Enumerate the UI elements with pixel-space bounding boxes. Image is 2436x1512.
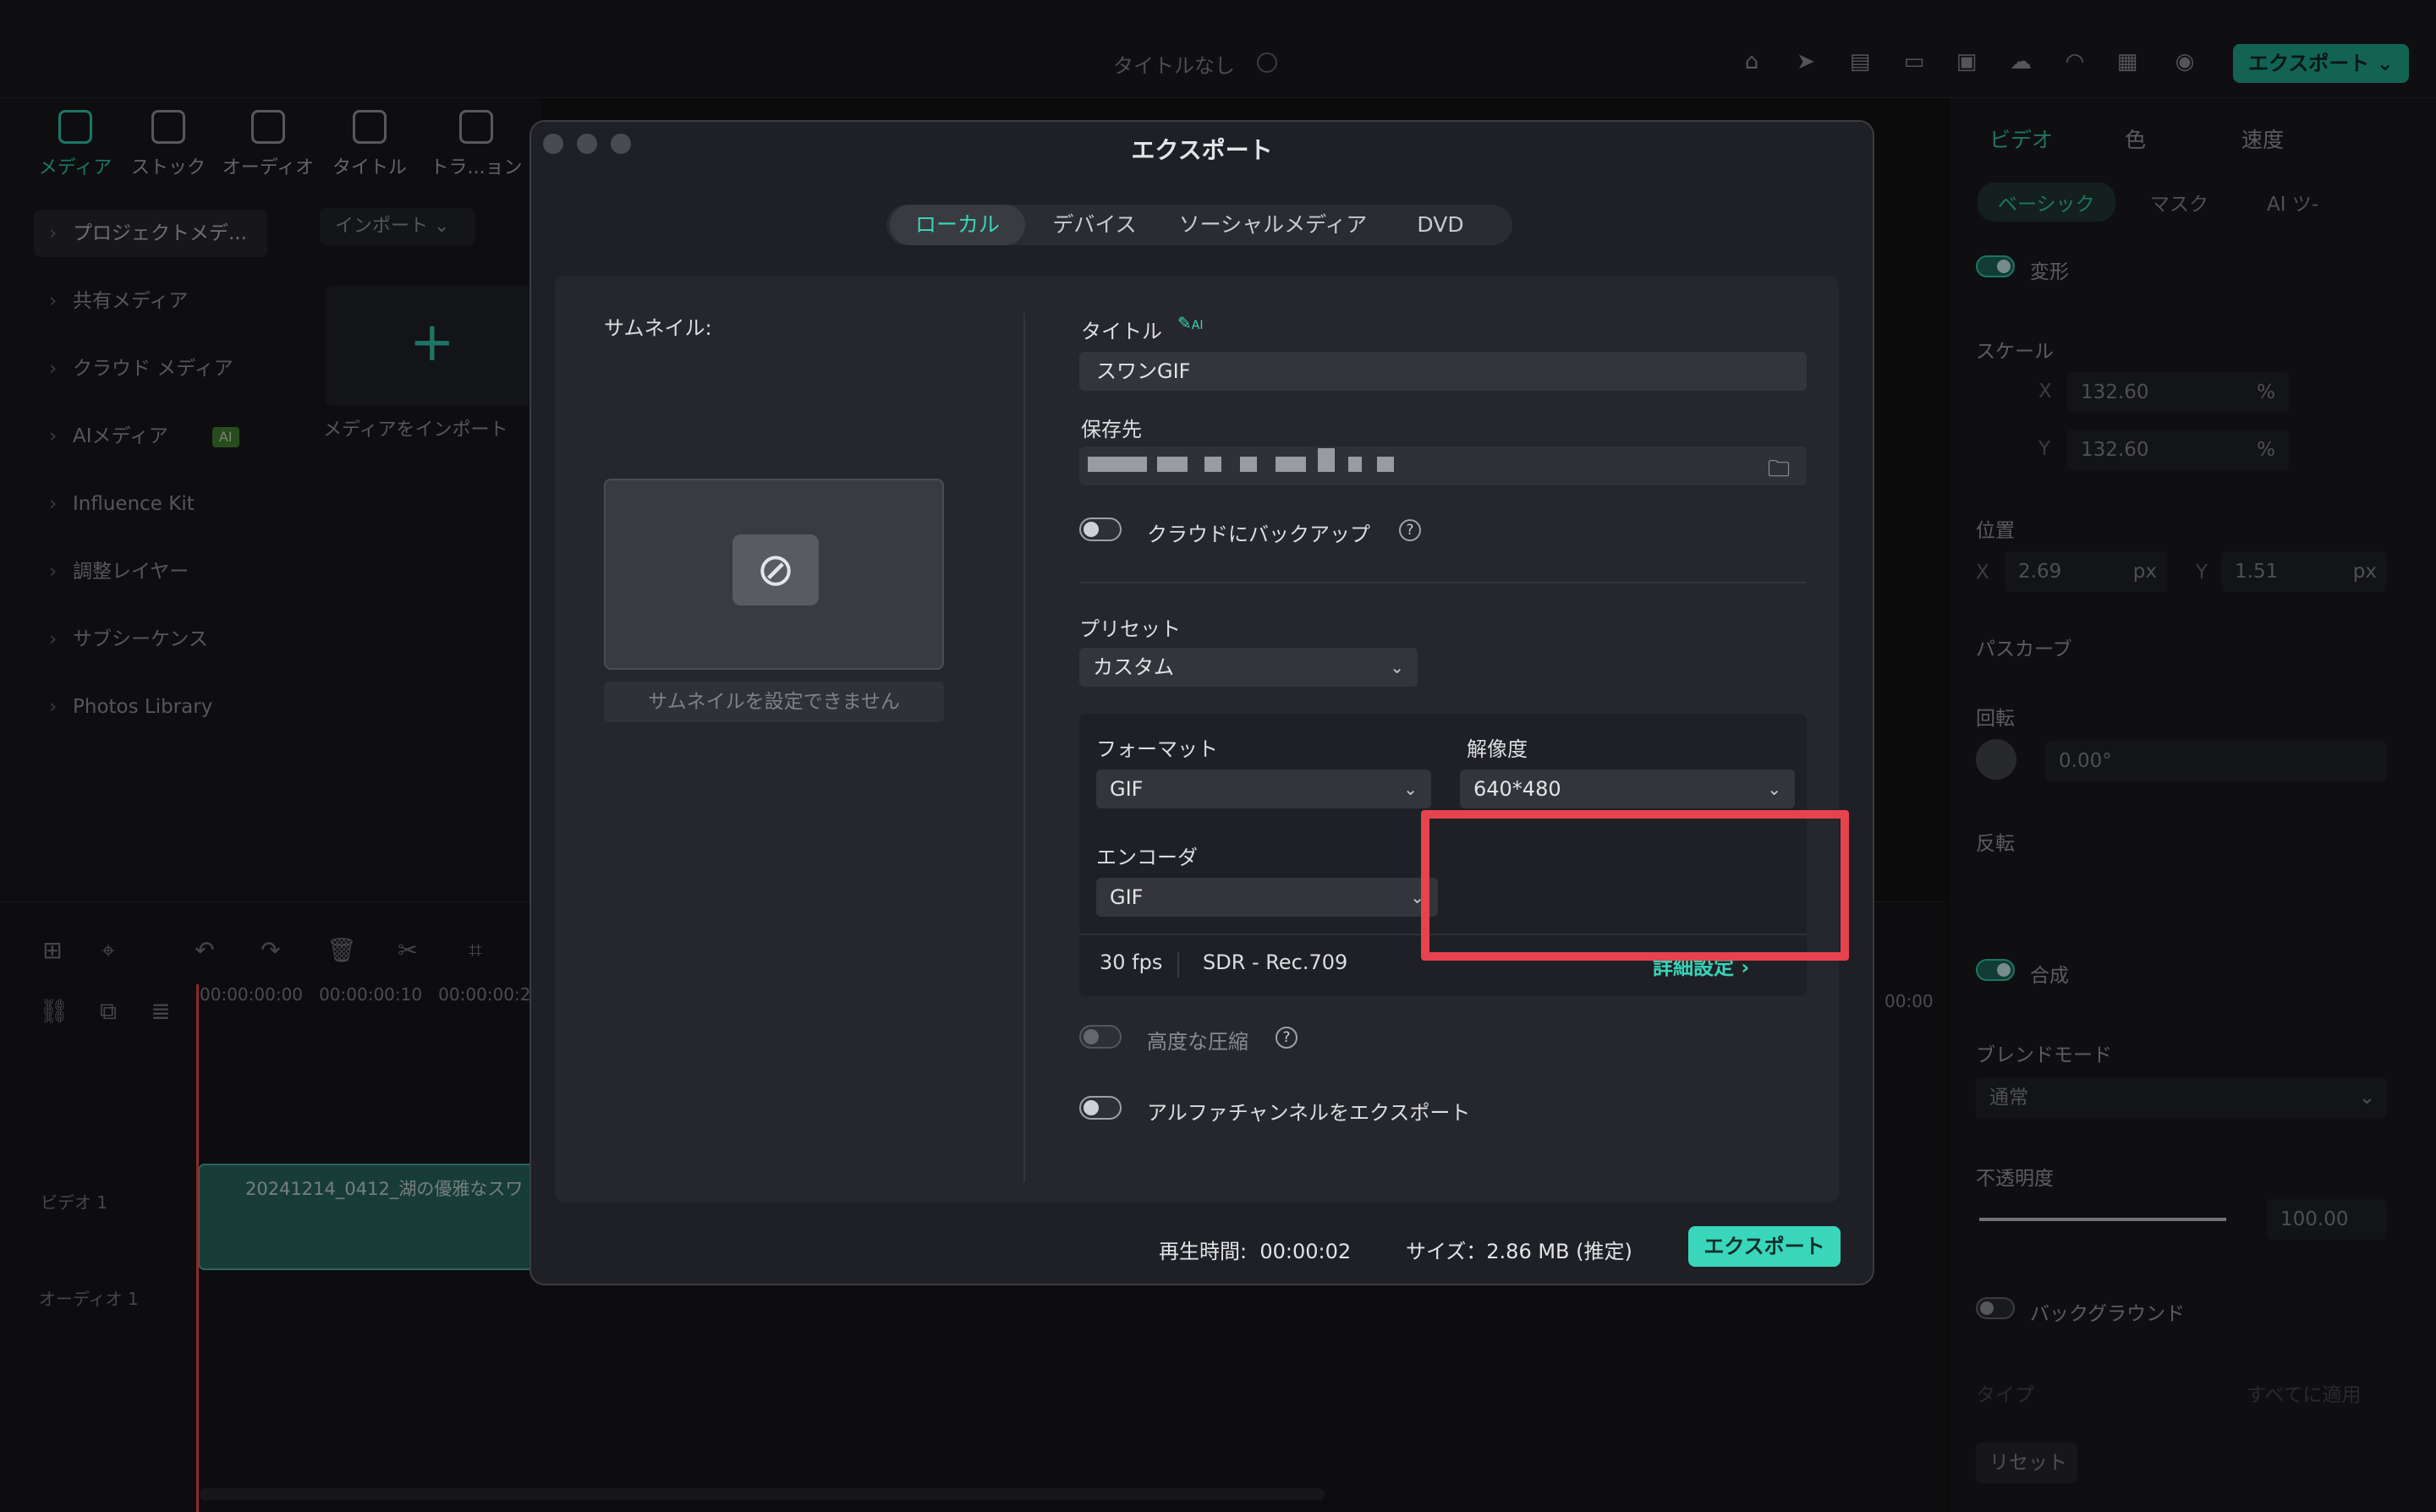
divider — [1177, 952, 1179, 978]
chevron-down-icon: ⌄ — [1403, 779, 1418, 799]
color-space-value: SDR - Rec.709 — [1203, 950, 1348, 974]
chevron-down-icon: ⌄ — [1390, 657, 1404, 677]
high-compression-toggle[interactable] — [1079, 1025, 1122, 1049]
set-thumbnail-button[interactable]: サムネイルを設定できません — [604, 682, 944, 722]
redacted-path — [1088, 457, 1147, 472]
help-icon[interactable]: ? — [1276, 1027, 1298, 1049]
size-info: サイズ：2.86 MB (推定) — [1406, 1240, 1632, 1263]
encoder-select[interactable]: GIF ⌄ — [1096, 878, 1438, 917]
dialog-title: エクスポート — [1131, 136, 1273, 164]
section-divider — [1079, 582, 1807, 583]
thumbnail-label: サムネイル: — [604, 316, 712, 340]
preset-label: プリセット — [1079, 617, 1181, 641]
chevron-down-icon: ⌄ — [1767, 779, 1781, 799]
tab-social-media[interactable]: ソーシャルメディア — [1166, 205, 1380, 245]
duration-info: 再生時間: 00:00:02 — [1159, 1240, 1352, 1263]
high-compression-label: 高度な圧縮 — [1147, 1030, 1248, 1054]
export-button[interactable]: エクスポート — [1688, 1226, 1841, 1267]
title-label: タイトル — [1081, 320, 1162, 343]
help-icon[interactable]: ? — [1399, 519, 1421, 541]
alpha-channel-toggle[interactable] — [1079, 1096, 1122, 1120]
preset-select[interactable]: カスタム ⌄ — [1079, 648, 1418, 687]
title-input[interactable]: スワンGIF — [1079, 352, 1807, 391]
tab-device[interactable]: デバイス — [1032, 205, 1157, 245]
tab-dvd[interactable]: DVD — [1385, 205, 1495, 245]
folder-icon[interactable]: 🗀 — [1768, 453, 1790, 485]
cloud-backup-toggle[interactable] — [1079, 518, 1122, 541]
export-dialog: エクスポート ローカル デバイス ソーシャルメディア DVD サムネイル: ⊘ … — [529, 120, 1874, 1285]
thumbnail-preview: ⊘ — [604, 479, 944, 670]
ai-pen-icon[interactable]: ✎AI — [1177, 313, 1203, 333]
format-label: フォーマット — [1096, 737, 1218, 761]
save-location-label: 保存先 — [1081, 418, 1142, 441]
export-settings-body: サムネイル: ⊘ サムネイルを設定できません タイトル ✎AI スワンGIF 保… — [555, 276, 1849, 1202]
resolution-highlight-box — [1421, 810, 1849, 961]
encoder-label: エンコーダ — [1096, 846, 1198, 869]
fps-value: 30 fps — [1100, 950, 1163, 974]
export-tabs: ローカル デバイス ソーシャルメディア DVD — [886, 205, 1512, 245]
save-path-field[interactable]: 🗀 — [1079, 446, 1807, 485]
format-select[interactable]: GIF ⌄ — [1096, 770, 1431, 808]
unavailable-icon: ⊘ — [732, 534, 819, 605]
tab-local[interactable]: ローカル — [890, 205, 1025, 245]
resolution-select[interactable]: 640*480 ⌄ — [1460, 770, 1795, 808]
divider — [1023, 313, 1025, 1182]
cloud-backup-label: クラウドにバックアップ — [1147, 523, 1370, 546]
resolution-label: 解像度 — [1467, 737, 1528, 761]
alpha-channel-label: アルファチャンネルをエクスポート — [1147, 1101, 1471, 1125]
